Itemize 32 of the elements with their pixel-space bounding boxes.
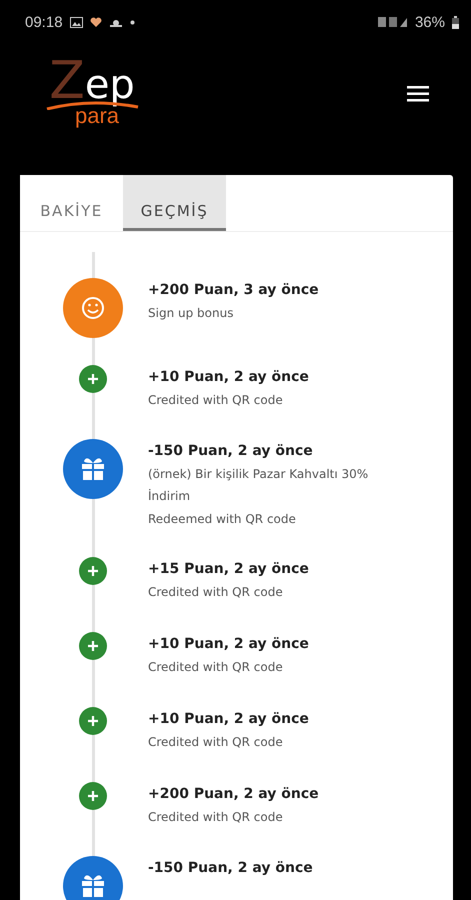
- dot-icon: [130, 20, 135, 24]
- history-title: -150 Puan, 2 ay önce: [148, 442, 314, 461]
- gallery-icon: [70, 16, 83, 28]
- gift-icon: [63, 439, 123, 499]
- history-title: +10 Puan, 2 ay önce: [148, 635, 310, 654]
- battery-level: 36%: [414, 14, 445, 30]
- plus-icon: [79, 632, 107, 660]
- battery-icon: [452, 16, 459, 28]
- logo[interactable]: Zep para: [42, 62, 142, 126]
- network-icon: [378, 16, 408, 28]
- history-description: Redeemed with QR code: [148, 511, 297, 528]
- plus-icon: [79, 557, 107, 585]
- history-title: +200 Puan, 2 ay önce: [148, 785, 320, 804]
- history-description: Sign up bonus: [148, 305, 234, 322]
- smiley-icon: [63, 278, 123, 338]
- plus-icon: [79, 707, 107, 735]
- history-title: +10 Puan, 2 ay önce: [148, 368, 310, 387]
- history-title: -150 Puan, 2 ay önce: [148, 859, 314, 878]
- history-description: Credited with QR code: [148, 584, 284, 601]
- history-description: (örnek) Bir kişilik Pazar Kahvaltı 30% İndirim: [148, 466, 370, 505]
- tab[interactable]: GEÇMİŞ: [123, 175, 226, 231]
- status-time: 09:18: [25, 14, 63, 30]
- plus-icon: [79, 365, 107, 393]
- history-title: +10 Puan, 2 ay önce: [148, 710, 310, 729]
- history-title: +15 Puan, 2 ay önce: [148, 560, 310, 579]
- history-description: Credited with QR code: [148, 392, 284, 409]
- history-description: Credited with QR code: [148, 809, 284, 826]
- heart-icon: [90, 16, 102, 28]
- history-title: +200 Puan, 3 ay önce: [148, 281, 320, 300]
- plus-icon: [79, 782, 107, 810]
- history-description: Credited with QR code: [148, 659, 284, 676]
- history-description: Credited with QR code: [148, 734, 284, 751]
